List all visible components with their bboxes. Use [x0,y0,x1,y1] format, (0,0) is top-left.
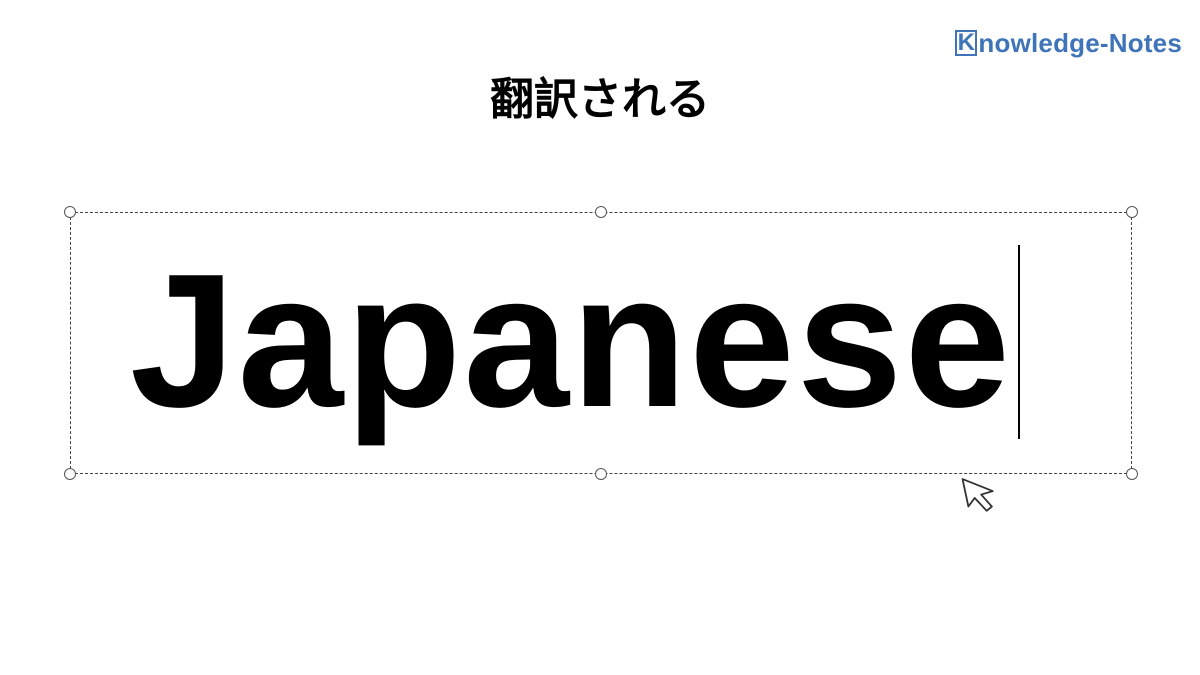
selected-text-box[interactable]: Japanese [64,206,1138,480]
brand-logo-initial: K [955,30,978,56]
slide-title: 翻訳される [490,74,710,125]
resize-handle-bottom-left[interactable] [64,468,76,480]
text-box-content: Japanese [71,213,1131,473]
arrow-pointer-icon [961,478,994,512]
text-box-text[interactable]: Japanese [130,246,1012,436]
resize-handle-top-center[interactable] [595,206,607,218]
brand-logo-text: nowledge-Notes [978,28,1182,58]
resize-handle-bottom-center[interactable] [595,468,607,480]
brand-logo: Knowledge-Notes [955,30,1182,56]
resize-handle-top-right[interactable] [1126,206,1138,218]
resize-handle-top-left[interactable] [64,206,76,218]
text-caret [1018,245,1020,439]
resize-handle-bottom-right[interactable] [1126,468,1138,480]
